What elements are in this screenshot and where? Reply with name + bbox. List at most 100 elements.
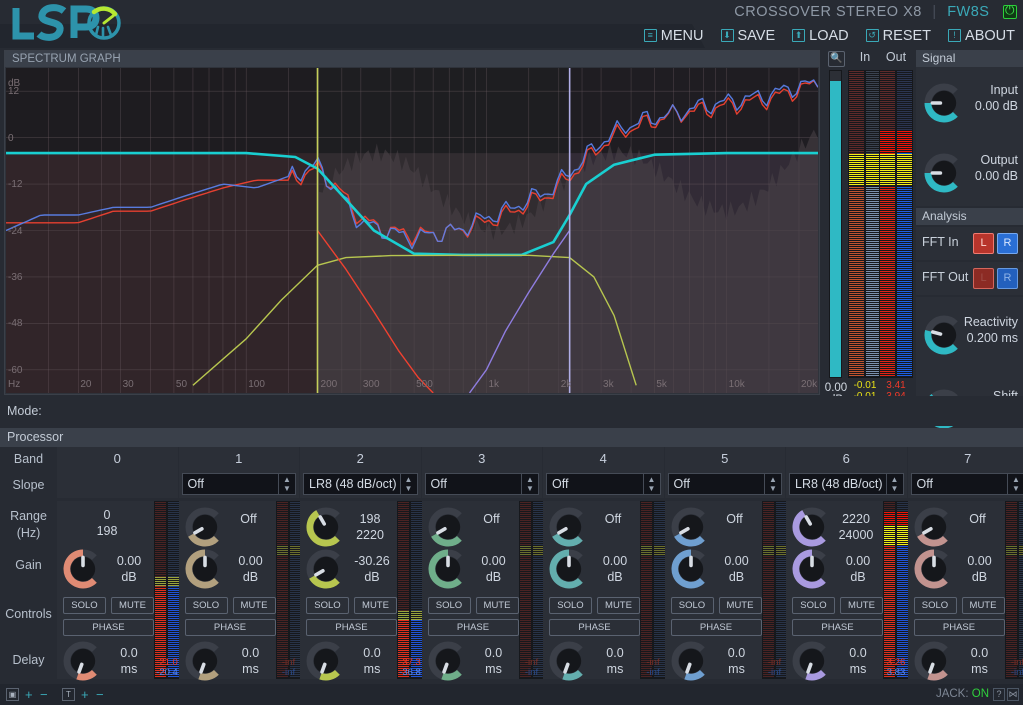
band-mute-button[interactable]: MUTE bbox=[597, 597, 640, 614]
band-slope-select[interactable]: Off ▲ ▼ bbox=[910, 473, 1023, 495]
band-range-knob[interactable] bbox=[792, 507, 832, 547]
band-mute-button[interactable]: MUTE bbox=[718, 597, 762, 614]
band-number: 7 bbox=[907, 447, 1023, 471]
window-scale-icon[interactable]: ▣ bbox=[6, 688, 19, 701]
power-icon[interactable] bbox=[1003, 3, 1017, 20]
band-meter-peak bbox=[897, 526, 908, 546]
band-gain-knob[interactable] bbox=[428, 549, 468, 589]
font-size-icon[interactable]: T bbox=[62, 688, 75, 701]
chevron-updown-icon[interactable]: ▲ ▼ bbox=[1007, 474, 1023, 494]
row-label-delay: Delay bbox=[12, 653, 45, 667]
band-meter bbox=[640, 501, 666, 679]
band-delay-knob[interactable] bbox=[792, 641, 832, 681]
band-solo-button[interactable]: SOLO bbox=[184, 597, 228, 614]
menu-button[interactable]: ≡ MENU bbox=[643, 24, 703, 48]
band-delay-knob[interactable] bbox=[428, 641, 468, 681]
reactivity-knob[interactable] bbox=[924, 315, 964, 355]
band-gain-knob[interactable] bbox=[914, 549, 954, 589]
scale-increase-button[interactable]: + bbox=[25, 687, 33, 702]
band-gain-knob[interactable] bbox=[792, 549, 832, 589]
band-delay-number: 0.0 bbox=[363, 646, 381, 660]
band-slope-select[interactable]: Off ▲ ▼ bbox=[546, 473, 661, 495]
band-solo-button[interactable]: SOLO bbox=[306, 597, 349, 614]
band-phase-button[interactable]: PHASE bbox=[63, 619, 154, 636]
output-gain-knob[interactable] bbox=[924, 153, 964, 193]
band-phase-button[interactable]: PHASE bbox=[913, 619, 1005, 636]
spectrum-plot[interactable]: dB 12 0 -12 -24 -36 -48 -60 Hz 20 30 50 100 200 300 500… bbox=[6, 68, 818, 393]
band-number: 3 bbox=[421, 447, 542, 471]
band-mute-button[interactable]: MUTE bbox=[961, 597, 1005, 614]
band-phase-button[interactable]: PHASE bbox=[670, 619, 762, 636]
band-gain-knob[interactable] bbox=[549, 549, 589, 589]
band-mute-button[interactable]: MUTE bbox=[111, 597, 154, 614]
band-mute-button[interactable]: MUTE bbox=[232, 597, 276, 614]
fft-in-right-button[interactable]: R bbox=[997, 233, 1018, 254]
load-button-label: LOAD bbox=[809, 28, 849, 44]
band-gain-knob[interactable] bbox=[306, 549, 346, 589]
band-solo-button[interactable]: SOLO bbox=[549, 597, 592, 614]
save-button[interactable]: ⬇ SAVE bbox=[720, 24, 775, 48]
band-delay-knob[interactable] bbox=[914, 641, 954, 681]
lsp-logo[interactable] bbox=[8, 2, 123, 46]
band-slope-select[interactable]: Off ▲ ▼ bbox=[424, 473, 539, 495]
band-mute-button[interactable]: MUTE bbox=[354, 597, 397, 614]
band-delay-knob[interactable] bbox=[306, 641, 346, 681]
band-delay-knob[interactable] bbox=[549, 641, 589, 681]
band-solo-button[interactable]: SOLO bbox=[63, 597, 106, 614]
band-phase-button[interactable]: PHASE bbox=[549, 619, 640, 636]
band-meter-right bbox=[775, 502, 787, 678]
help-button[interactable]: ? bbox=[993, 688, 1005, 701]
chevron-updown-icon[interactable]: ▲ ▼ bbox=[885, 474, 903, 494]
band-gain-value: 0.00 dB bbox=[832, 553, 884, 585]
meter-peak-zone bbox=[897, 154, 912, 186]
font-increase-button[interactable]: + bbox=[81, 687, 89, 702]
about-button[interactable]: ! ABOUT bbox=[948, 24, 1015, 48]
band-delay-knob[interactable] bbox=[671, 641, 711, 681]
chevron-updown-icon[interactable]: ▲ ▼ bbox=[521, 474, 538, 494]
band-solo-button[interactable]: SOLO bbox=[670, 597, 714, 614]
band-gain-knob[interactable] bbox=[63, 549, 103, 589]
band-range-knob[interactable] bbox=[306, 507, 346, 547]
band-phase-button[interactable]: PHASE bbox=[306, 619, 397, 636]
band-range-knob[interactable] bbox=[914, 507, 954, 547]
band-phase-button[interactable]: PHASE bbox=[427, 619, 519, 636]
band-range-knob[interactable] bbox=[549, 507, 589, 547]
input-gain-knob[interactable] bbox=[924, 83, 964, 123]
font-decrease-button[interactable]: − bbox=[96, 687, 104, 702]
fft-out-left-button[interactable]: L bbox=[973, 268, 994, 289]
band-solo-button[interactable]: SOLO bbox=[427, 597, 471, 614]
chevron-updown-icon[interactable]: ▲ ▼ bbox=[278, 474, 295, 494]
band-delay-knob[interactable] bbox=[63, 641, 103, 681]
band-slope-select[interactable]: LR8 (48 dB/oct) ▲ ▼ bbox=[789, 473, 904, 495]
band-delay-knob[interactable] bbox=[185, 641, 225, 681]
scale-decrease-button[interactable]: − bbox=[40, 687, 48, 702]
band-range-knob[interactable] bbox=[671, 507, 711, 547]
band-solo-button[interactable]: SOLO bbox=[913, 597, 957, 614]
chevron-updown-icon[interactable]: ▲ ▼ bbox=[399, 474, 417, 494]
band-column-3: 3 Off ▲ ▼ Off 0.00 dB SOLO MUTE PHASE 0.0 ms -inf -in… bbox=[421, 447, 545, 682]
band-phase-button[interactable]: PHASE bbox=[792, 619, 883, 636]
load-button[interactable]: ⬆ LOAD bbox=[792, 24, 849, 48]
resize-grip-icon[interactable]: ⋈ bbox=[1007, 688, 1019, 701]
band-slope-select[interactable]: Off ▲ ▼ bbox=[667, 473, 782, 495]
band-mute-button[interactable]: MUTE bbox=[475, 597, 519, 614]
band-meter-left bbox=[1005, 502, 1017, 678]
magnifier-icon[interactable]: 🔍 bbox=[828, 51, 845, 67]
fft-out-right-button[interactable]: R bbox=[997, 268, 1018, 289]
band-gain-knob[interactable] bbox=[671, 549, 711, 589]
chevron-updown-icon[interactable]: ▲ ▼ bbox=[642, 474, 660, 494]
band-range-knob[interactable] bbox=[428, 507, 468, 547]
band-column-2: 2 LR8 (48 dB/oct) ▲ ▼ 198 2220 -30.26 dB SOLO MUT… bbox=[300, 447, 423, 682]
band-meter-peak bbox=[398, 611, 409, 621]
band-mute-button[interactable]: MUTE bbox=[840, 597, 883, 614]
fft-in-left-button[interactable]: L bbox=[973, 233, 994, 254]
chevron-updown-icon[interactable]: ▲ ▼ bbox=[764, 474, 781, 494]
about-button-label: ABOUT bbox=[965, 28, 1015, 44]
band-phase-button[interactable]: PHASE bbox=[184, 619, 276, 636]
reset-button[interactable]: ↺ RESET bbox=[865, 24, 931, 48]
band-slope-select[interactable]: LR8 (48 dB/oct) ▲ ▼ bbox=[303, 473, 418, 495]
band-range-knob[interactable] bbox=[185, 507, 225, 547]
band-solo-button[interactable]: SOLO bbox=[792, 597, 835, 614]
band-slope-select[interactable]: Off ▲ ▼ bbox=[181, 473, 296, 495]
band-gain-knob[interactable] bbox=[185, 549, 225, 589]
